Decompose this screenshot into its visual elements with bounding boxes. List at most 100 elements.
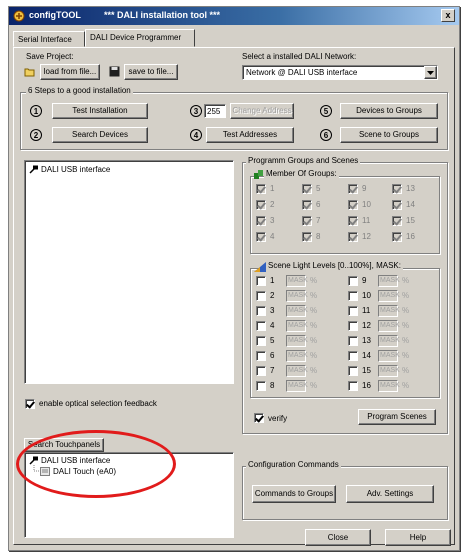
percent-label: % (402, 276, 410, 285)
scene-level-input[interactable]: MASK (378, 290, 400, 302)
program-scenes-label: Program Scenes (367, 412, 427, 421)
scene-level-input[interactable]: MASK (378, 335, 400, 347)
commands-to-groups-label: Commands to Groups (254, 489, 334, 498)
close-window-button[interactable]: x (441, 9, 455, 22)
window-subtitle: *** DALI installation tool *** (104, 10, 221, 20)
percent-label: % (402, 351, 410, 360)
network-select[interactable]: Network @ DALI USB interface (242, 65, 438, 80)
group-number-label: 8 (316, 232, 321, 241)
group-checkbox[interactable] (392, 232, 402, 242)
tree-root-label[interactable]: DALI USB interface (41, 165, 110, 174)
group-checkbox[interactable] (302, 232, 312, 242)
group-checkbox[interactable] (302, 216, 312, 226)
scene-level-input[interactable]: MASK (286, 290, 308, 302)
scene-level-input[interactable]: MASK (286, 380, 308, 392)
scene-checkbox[interactable] (256, 336, 266, 346)
app-name: configTOOL (29, 10, 81, 20)
group-checkbox[interactable] (256, 200, 266, 210)
tab-serial-interface[interactable]: Serial Interface (13, 31, 85, 47)
test-installation-button[interactable]: Test Installation (52, 103, 148, 119)
scene-checkbox[interactable] (348, 381, 358, 391)
percent-label: % (402, 321, 410, 330)
test-addresses-button[interactable]: Test Addresses (206, 127, 294, 143)
group-checkbox[interactable] (392, 216, 402, 226)
scene-checkbox[interactable] (348, 276, 358, 286)
change-address-label: Change Address (232, 106, 292, 115)
scene-number-label: 9 (362, 276, 367, 285)
open-folder-icon (24, 68, 35, 77)
tab-dali-device-programmer[interactable]: DALI Device Programmer (85, 29, 195, 47)
group-checkbox[interactable] (348, 200, 358, 210)
address-value: 255 (207, 107, 221, 116)
scene-number-label: 4 (270, 321, 275, 330)
commands-to-groups-button[interactable]: Commands to Groups (252, 485, 336, 503)
scene-level-input[interactable]: MASK (378, 350, 400, 362)
change-address-button[interactable]: Change Address (230, 103, 294, 119)
optical-feedback-checkbox[interactable] (25, 399, 35, 409)
scene-checkbox[interactable] (256, 321, 266, 331)
scene-checkbox[interactable] (348, 321, 358, 331)
help-button-label: Help (409, 533, 427, 542)
address-input[interactable]: 255 (204, 104, 226, 118)
group-checkbox[interactable] (348, 216, 358, 226)
save-to-file-button[interactable]: save to file... (124, 64, 178, 80)
scene-checkbox[interactable] (348, 336, 358, 346)
devices-to-groups-button[interactable]: Devices to Groups (340, 103, 438, 119)
verify-checkbox[interactable] (254, 413, 264, 423)
scene-level-input[interactable]: MASK (378, 275, 400, 287)
scene-to-groups-button[interactable]: Scene to Groups (340, 127, 438, 143)
adv-settings-label: Adv. Settings (366, 489, 414, 498)
device-tree[interactable]: DALI USB interface (24, 160, 234, 384)
search-devices-button[interactable]: Search Devices (52, 127, 148, 143)
scene-checkbox[interactable] (256, 291, 266, 301)
group-number-label: 5 (316, 184, 321, 193)
group-checkbox[interactable] (256, 216, 266, 226)
scene-checkbox[interactable] (256, 366, 266, 376)
scene-level-input[interactable]: MASK (378, 320, 400, 332)
scene-checkbox[interactable] (256, 381, 266, 391)
percent-label: % (310, 351, 318, 360)
title-bar[interactable]: configTOOL *** DALI installation tool **… (9, 7, 459, 25)
group-checkbox[interactable] (256, 232, 266, 242)
percent-label: % (402, 336, 410, 345)
close-button[interactable]: Close (305, 529, 371, 546)
programm-group-label: Programm Groups and Scenes (246, 156, 361, 165)
scene-level-input[interactable]: MASK (286, 365, 308, 377)
help-button[interactable]: Help (385, 529, 451, 546)
load-from-file-button[interactable]: load from file... (40, 64, 100, 80)
group-checkbox[interactable] (348, 184, 358, 194)
scene-level-input[interactable]: MASK (286, 275, 308, 287)
scene-level-input[interactable]: MASK (378, 380, 400, 392)
group-checkbox[interactable] (302, 200, 312, 210)
step-1-number: 1 (30, 105, 42, 117)
percent-label: % (402, 366, 410, 375)
close-icon: x (445, 10, 451, 20)
light-level-icon (254, 262, 266, 272)
group-checkbox[interactable] (392, 184, 402, 194)
percent-label: % (402, 291, 410, 300)
scene-number-label: 7 (270, 366, 275, 375)
scene-checkbox[interactable] (348, 306, 358, 316)
group-checkbox[interactable] (392, 200, 402, 210)
scene-level-input[interactable]: MASK (286, 350, 308, 362)
scene-level-input[interactable]: MASK (286, 335, 308, 347)
scene-level-input[interactable]: MASK (286, 305, 308, 317)
percent-label: % (310, 276, 318, 285)
program-scenes-button[interactable]: Program Scenes (358, 409, 436, 425)
tab-panel: Save Project: load from file... save to … (13, 47, 455, 545)
adv-settings-button[interactable]: Adv. Settings (346, 485, 434, 503)
scene-level-input[interactable]: MASK (378, 365, 400, 377)
scene-checkbox[interactable] (348, 291, 358, 301)
scene-checkbox[interactable] (348, 351, 358, 361)
scene-checkbox[interactable] (256, 276, 266, 286)
group-checkbox[interactable] (256, 184, 266, 194)
scene-checkbox[interactable] (256, 306, 266, 316)
network-dropdown-button[interactable] (424, 66, 437, 79)
group-checkbox[interactable] (302, 184, 312, 194)
group-checkbox[interactable] (348, 232, 358, 242)
scene-checkbox[interactable] (256, 351, 266, 361)
group-number-label: 13 (406, 184, 415, 193)
scene-level-input[interactable]: MASK (378, 305, 400, 317)
scene-level-input[interactable]: MASK (286, 320, 308, 332)
scene-checkbox[interactable] (348, 366, 358, 376)
